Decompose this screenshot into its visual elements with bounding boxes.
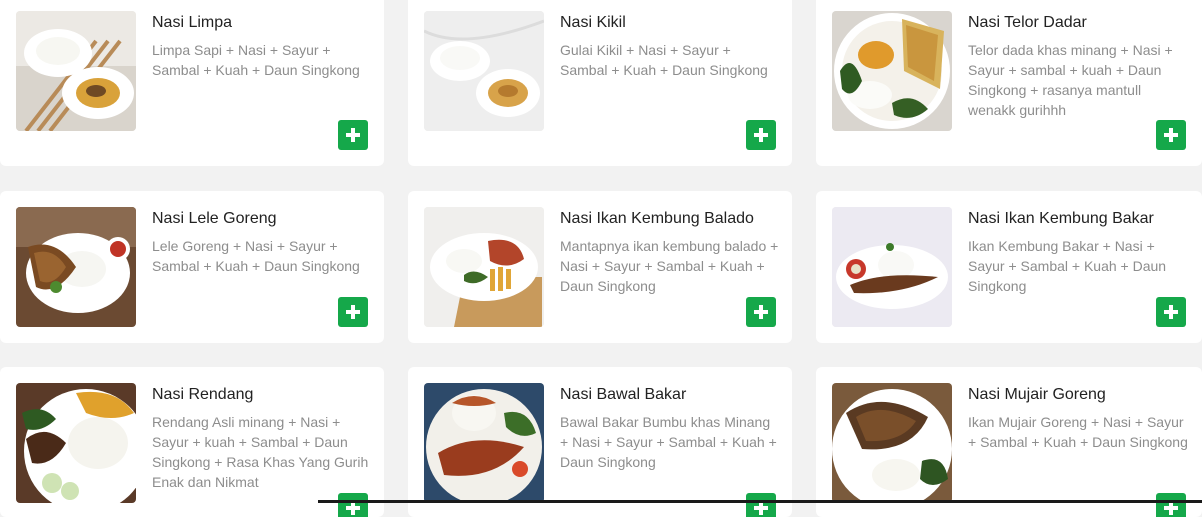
food-photo-nasi-rendang[interactable] xyxy=(16,383,136,503)
menu-card[interactable]: Nasi Kikil Gulai Kikil + Nasi + Sayur + … xyxy=(408,0,792,166)
add-to-cart-button[interactable] xyxy=(338,297,368,327)
menu-item-name: Nasi Rendang xyxy=(152,386,254,403)
add-to-cart-button[interactable] xyxy=(746,297,776,327)
menu-item-description: Gulai Kikil + Nasi + Sayur + Sambal + Ku… xyxy=(560,42,768,78)
add-to-cart-button[interactable] xyxy=(1156,297,1186,327)
menu-card[interactable]: Nasi Telor Dadar Telor dada khas minang … xyxy=(816,0,1202,166)
food-photo-nasi-mujair-goreng[interactable] xyxy=(832,383,952,503)
food-photo-icon xyxy=(832,383,952,503)
menu-item-description: Rendang Asli minang + Nasi + Sayur + kua… xyxy=(152,414,369,490)
add-to-cart-button[interactable] xyxy=(746,120,776,150)
plus-icon xyxy=(346,128,360,142)
menu-item-name: Nasi Bawal Bakar xyxy=(560,386,687,403)
plus-icon xyxy=(1164,128,1178,142)
food-photo-nasi-lele-goreng[interactable] xyxy=(16,207,136,327)
plus-icon xyxy=(1164,305,1178,319)
menu-item-name: Nasi Ikan Kembung Balado xyxy=(560,210,754,227)
food-photo-icon xyxy=(832,11,952,131)
food-photo-icon xyxy=(424,383,544,503)
menu-item-name: Nasi Mujair Goreng xyxy=(968,386,1106,403)
menu-item-name: Nasi Telor Dadar xyxy=(968,14,1087,31)
add-to-cart-button[interactable] xyxy=(746,493,776,517)
menu-card[interactable]: Nasi Mujair Goreng Ikan Mujair Goreng + … xyxy=(816,367,1202,517)
menu-card[interactable]: Nasi Ikan Kembung Bakar Ikan Kembung Bak… xyxy=(816,191,1202,343)
menu-card[interactable]: Nasi Ikan Kembung Balado Mantapnya ikan … xyxy=(408,191,792,343)
plus-icon xyxy=(754,128,768,142)
menu-item-description: Telor dada khas minang + Nasi + Sayur + … xyxy=(968,42,1173,118)
menu-item-description: Ikan Mujair Goreng + Nasi + Sayur + Samb… xyxy=(968,414,1188,450)
food-photo-nasi-bawal-bakar[interactable] xyxy=(424,383,544,503)
menu-card[interactable]: Nasi Rendang Rendang Asli minang + Nasi … xyxy=(0,367,384,517)
menu-card[interactable]: Nasi Limpa Limpa Sapi + Nasi + Sayur + S… xyxy=(0,0,384,166)
menu-item-description: Limpa Sapi + Nasi + Sayur + Sambal + Kua… xyxy=(152,42,360,78)
food-photo-nasi-kikil[interactable] xyxy=(424,11,544,131)
food-photo-icon xyxy=(16,11,136,131)
add-to-cart-button[interactable] xyxy=(1156,493,1186,517)
food-photo-nasi-ikan-kembung-balado[interactable] xyxy=(424,207,544,327)
food-photo-nasi-telor-dadar[interactable] xyxy=(832,11,952,131)
add-to-cart-button[interactable] xyxy=(1156,120,1186,150)
menu-item-name: Nasi Ikan Kembung Bakar xyxy=(968,210,1154,227)
food-photo-icon xyxy=(424,207,544,327)
add-to-cart-button[interactable] xyxy=(338,120,368,150)
menu-item-name: Nasi Lele Goreng xyxy=(152,210,277,227)
menu-item-name: Nasi Limpa xyxy=(152,14,233,31)
menu-item-description: Lele Goreng + Nasi + Sayur + Sambal + Ku… xyxy=(152,238,360,274)
add-to-cart-button[interactable] xyxy=(338,493,368,517)
plus-icon xyxy=(346,305,360,319)
menu-item-description: Bawal Bakar Bumbu khas Minang + Nasi + S… xyxy=(560,414,777,470)
food-photo-icon xyxy=(16,383,136,503)
menu-item-name: Nasi Kikil xyxy=(560,14,626,31)
food-photo-nasi-ikan-kembung-bakar[interactable] xyxy=(832,207,952,327)
plus-icon xyxy=(754,305,768,319)
food-photo-icon xyxy=(16,207,136,327)
menu-card[interactable]: Nasi Lele Goreng Lele Goreng + Nasi + Sa… xyxy=(0,191,384,343)
food-photo-icon xyxy=(424,11,544,131)
food-photo-nasi-limpa[interactable] xyxy=(16,11,136,131)
menu-item-description: Mantapnya ikan kembung balado + Nasi + S… xyxy=(560,238,779,294)
menu-card[interactable]: Nasi Bawal Bakar Bawal Bakar Bumbu khas … xyxy=(408,367,792,517)
food-photo-icon xyxy=(832,207,952,327)
menu-item-description: Ikan Kembung Bakar + Nasi + Sayur + Samb… xyxy=(968,238,1167,294)
